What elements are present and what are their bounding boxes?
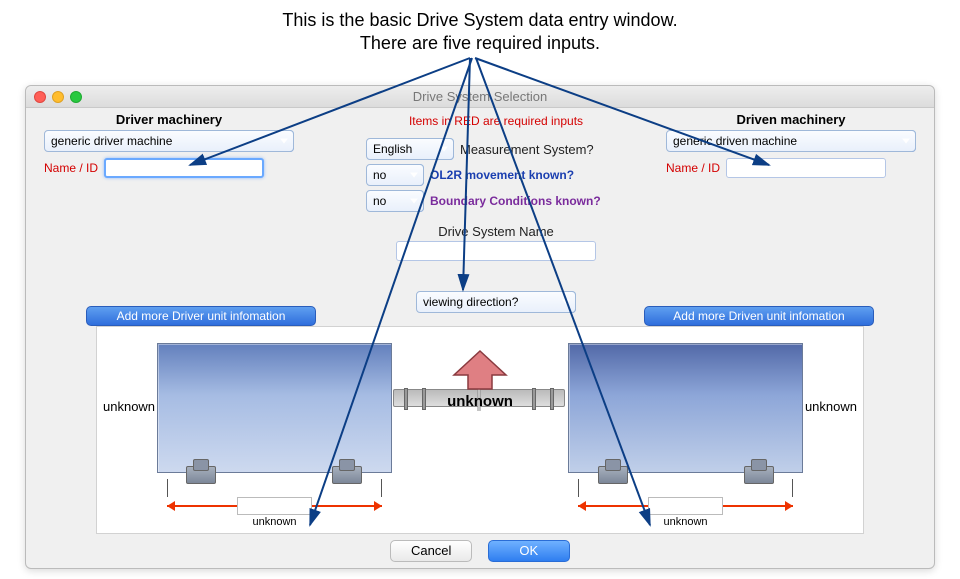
driven-machine-select[interactable]: generic driven machine [666, 130, 916, 152]
driver-heading: Driver machinery [44, 112, 294, 127]
driver-column: Driver machinery generic driver machine … [44, 108, 294, 182]
drive-system-name-input[interactable] [396, 241, 596, 261]
measurement-label: Measurement System? [460, 142, 594, 157]
titlebar: Drive System Selection [26, 86, 934, 108]
annotation-line1: This is the basic Drive System data entr… [0, 10, 960, 31]
driven-dim-label: unknown [578, 516, 793, 528]
annotation-text: This is the basic Drive System data entr… [0, 10, 960, 54]
cancel-button[interactable]: Cancel [390, 540, 472, 562]
window-controls [34, 91, 82, 103]
minimize-icon[interactable] [52, 91, 64, 103]
ok-button[interactable]: OK [488, 540, 570, 562]
driver-foot-right [332, 466, 362, 484]
driven-machine-graphic [568, 343, 803, 473]
driver-dim-input[interactable] [237, 497, 312, 515]
viewing-direction-select[interactable]: viewing direction? [416, 291, 576, 313]
direction-arrow-icon [450, 349, 510, 391]
driver-name-id-input[interactable] [104, 158, 264, 178]
center-column: Items in RED are required inputs English… [366, 108, 626, 313]
window-title: Drive System Selection [413, 89, 547, 104]
driven-side-label: unknown [805, 399, 857, 414]
ol2r-select[interactable]: no [366, 164, 424, 186]
driven-name-id-input[interactable] [726, 158, 886, 178]
driven-foot-right [744, 466, 774, 484]
dialog-content: Driver machinery generic driver machine … [26, 108, 934, 568]
driven-dim-input[interactable] [648, 497, 723, 515]
boundary-select[interactable]: no [366, 190, 424, 212]
driven-foot-dimension: unknown [578, 497, 793, 527]
driven-column: Driven machinery generic driven machine … [666, 108, 916, 182]
add-driver-info-button[interactable]: Add more Driver unit infomation [86, 306, 316, 326]
boundary-label: Boundary Conditions known? [430, 194, 601, 208]
driver-side-label: unknown [103, 399, 155, 414]
driver-foot-left [186, 466, 216, 484]
zoom-icon[interactable] [70, 91, 82, 103]
driver-machine-graphic [157, 343, 392, 473]
driven-foot-left [598, 466, 628, 484]
measurement-select[interactable]: English [366, 138, 454, 160]
driven-name-id-label: Name / ID [666, 161, 720, 175]
driver-machine-select[interactable]: generic driver machine [44, 130, 294, 152]
machine-diagram: unknown unknown unknown [96, 326, 864, 534]
ol2r-label: OL2R movement known? [430, 168, 574, 182]
driver-dim-label: unknown [167, 516, 382, 528]
close-icon[interactable] [34, 91, 46, 103]
direction-unknown-label: unknown [447, 393, 513, 410]
dialog-window: Drive System Selection Driver machinery … [25, 85, 935, 569]
add-driven-info-button[interactable]: Add more Driven unit infomation [644, 306, 874, 326]
required-inputs-hint: Items in RED are required inputs [366, 114, 626, 128]
driver-foot-dimension: unknown [167, 497, 382, 527]
driven-heading: Driven machinery [666, 112, 916, 127]
dialog-button-row: Cancel OK [26, 540, 934, 562]
driver-name-id-label: Name / ID [44, 161, 98, 175]
annotation-line2: There are five required inputs. [0, 33, 960, 54]
drive-system-name-label: Drive System Name [366, 224, 626, 239]
